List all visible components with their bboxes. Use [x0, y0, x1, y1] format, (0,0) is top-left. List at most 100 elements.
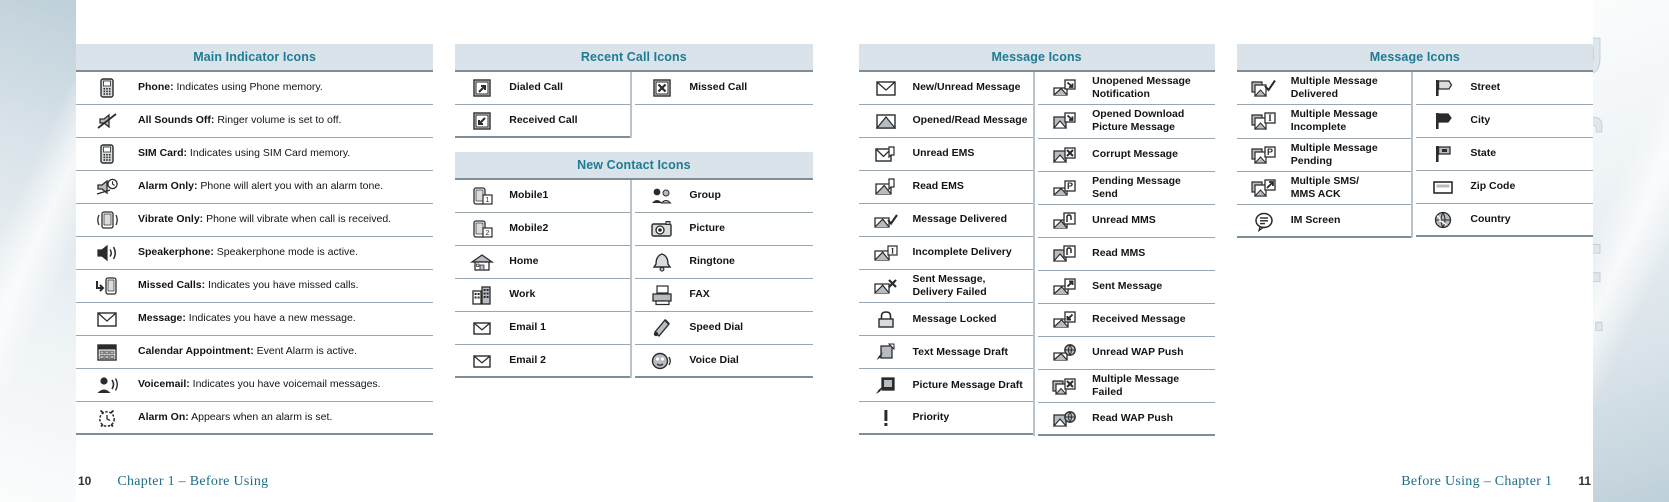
table-row: Opened Download Picture Message	[1038, 105, 1215, 139]
table-row: Multiple Message Failed	[1038, 370, 1215, 403]
right-page-footer: Before Using – Chapter 1 11	[835, 474, 1594, 490]
icon-table-message-icons-1: Message Icons New/Unread Message Opened/Re…	[858, 44, 1215, 436]
read-ems-icon	[859, 176, 913, 198]
calendar-appointment-icon	[76, 341, 138, 363]
row-label: SIM Card: Indicates using SIM Card memor…	[138, 147, 433, 160]
table-row: I Incomplete Delivery	[858, 237, 1034, 270]
table-row: Country	[1416, 204, 1593, 237]
row-label: Read WAP Push	[1092, 412, 1215, 425]
table-row: Ringtone	[635, 246, 813, 279]
table-body: Dialed Call Received Call Missed Call	[455, 72, 813, 138]
row-term: Message:	[138, 312, 186, 325]
table-row: Read EMS	[858, 171, 1034, 204]
sim-card-icon	[76, 143, 138, 165]
table-row: Work	[455, 279, 631, 312]
table-row: Text Message Draft	[858, 336, 1034, 370]
mobile1-icon: 1	[455, 185, 509, 207]
row-term: Work	[509, 288, 536, 301]
row-term: IM Screen	[1290, 213, 1341, 226]
row-term: SIM Card:	[138, 147, 188, 160]
table-row: Sent Message, Delivery Failed	[858, 270, 1034, 304]
row-label: Ringtone	[689, 255, 812, 268]
row-term: Multiple Message Failed	[1092, 372, 1180, 398]
home-icon	[455, 251, 509, 273]
row-term: Vibrate Only:	[138, 213, 204, 226]
row-term: Multiple Message Pending	[1290, 141, 1378, 167]
row-term: Unread WAP Push	[1092, 346, 1184, 359]
table-column-left: New/Unread Message Opened/Read Message Unr…	[858, 72, 1036, 436]
row-term: Read EMS	[912, 180, 964, 193]
table-title: Recent Call Icons	[455, 44, 813, 72]
row-label: Opened/Read Message	[913, 114, 1034, 127]
row-label: FAX	[689, 288, 812, 301]
state-icon	[1416, 143, 1470, 165]
row-term: Alarm Only:	[138, 180, 198, 193]
row-term: Read MMS	[1092, 247, 1146, 260]
left-page-number: 10	[78, 474, 92, 488]
table-row: Received Call	[455, 105, 631, 138]
right-column-1: Message Icons New/Unread Message Opened/Re…	[858, 44, 1215, 450]
text-message-draft-icon	[859, 341, 913, 363]
row-term: Missed Calls:	[138, 279, 206, 292]
table-row: Alarm Only: Phone will alert you with an…	[76, 171, 434, 204]
table-row: Multiple Message Delivered	[1236, 72, 1412, 106]
table-row: Speed Dial	[635, 312, 813, 345]
table-title: Message Icons	[1236, 44, 1593, 72]
table-row: Home	[455, 246, 631, 279]
row-term: Email 2	[509, 353, 547, 366]
page-sheet: Main Indicator Icons Phone: Indicates us…	[76, 0, 1593, 502]
row-label: Picture	[689, 222, 812, 235]
table-column-right: Street City State Zip Code Country	[1416, 72, 1593, 238]
right-page-number: 11	[1578, 474, 1591, 488]
row-label: Corrupt Message	[1092, 148, 1215, 161]
right-footer-label: Before Using – Chapter 1	[1401, 474, 1553, 489]
row-term: City	[1470, 114, 1491, 127]
left-decorative-band: Before Using	[0, 0, 76, 502]
row-description: Phone will vibrate when call is received…	[203, 213, 392, 226]
row-term: Opened Download Picture Message	[1092, 108, 1185, 134]
row-term: Ringtone	[689, 255, 735, 268]
email1-icon	[455, 317, 509, 339]
table-title: New Contact Icons	[455, 152, 813, 180]
table-row: Missed Calls: Indicates you have missed …	[76, 270, 434, 303]
row-label: Calendar Appointment: Event Alarm is act…	[138, 345, 433, 358]
row-term: Alarm On:	[138, 410, 189, 423]
received-call-icon	[455, 110, 509, 132]
row-label: Email 1	[509, 321, 630, 334]
multiple-message-pending-icon: P	[1237, 144, 1291, 166]
row-term: All Sounds Off:	[138, 114, 215, 127]
missed-call-icon	[635, 77, 689, 99]
table-row: Calendar Appointment: Event Alarm is act…	[76, 336, 434, 369]
speakerphone-icon	[76, 242, 138, 264]
table-body: New/Unread Message Opened/Read Message Unr…	[858, 72, 1215, 436]
row-label: Country	[1470, 213, 1593, 226]
row-label: Alarm On: Appears when an alarm is set.	[138, 411, 433, 424]
row-label: Sent Message, Delivery Failed	[913, 273, 1034, 299]
table-row: Voice Dial	[635, 345, 813, 378]
row-term: Text Message Draft	[912, 345, 1009, 358]
row-term: Opened/Read Message	[912, 114, 1028, 127]
unopened-message-notification-icon	[1038, 77, 1092, 99]
row-label: Voice Dial	[689, 354, 812, 367]
row-description: Indicates using SIM Card memory.	[187, 147, 351, 160]
unread-ems-icon	[859, 143, 913, 165]
row-term: Pending Message Send	[1092, 174, 1181, 200]
icon-table-new-contact-icons: New Contact Icons 1 Mobile1 2 Mobile2 Home W…	[455, 152, 813, 378]
row-term: Picture Message Draft	[912, 378, 1023, 391]
table-row: Missed Call	[635, 72, 813, 105]
table-row: SIM Card: Indicates using SIM Card memor…	[76, 138, 434, 171]
row-term: Unread MMS	[1092, 214, 1156, 227]
table-row: IM Screen	[1236, 205, 1412, 238]
row-label: Message Locked	[913, 313, 1034, 326]
mobile2-icon: 2	[455, 218, 509, 240]
row-term: Mobile2	[509, 222, 549, 235]
row-term: Zip Code	[1470, 180, 1516, 193]
row-term: FAX	[689, 288, 710, 301]
speed-dial-icon	[635, 317, 689, 339]
row-label: Multiple Message Pending	[1291, 142, 1412, 168]
row-label: Picture Message Draft	[913, 379, 1034, 392]
table-row: Vibrate Only: Phone will vibrate when ca…	[76, 204, 434, 237]
row-label: IM Screen	[1291, 214, 1412, 227]
row-term: Missed Call	[689, 81, 748, 94]
row-term: Street	[1470, 81, 1501, 94]
